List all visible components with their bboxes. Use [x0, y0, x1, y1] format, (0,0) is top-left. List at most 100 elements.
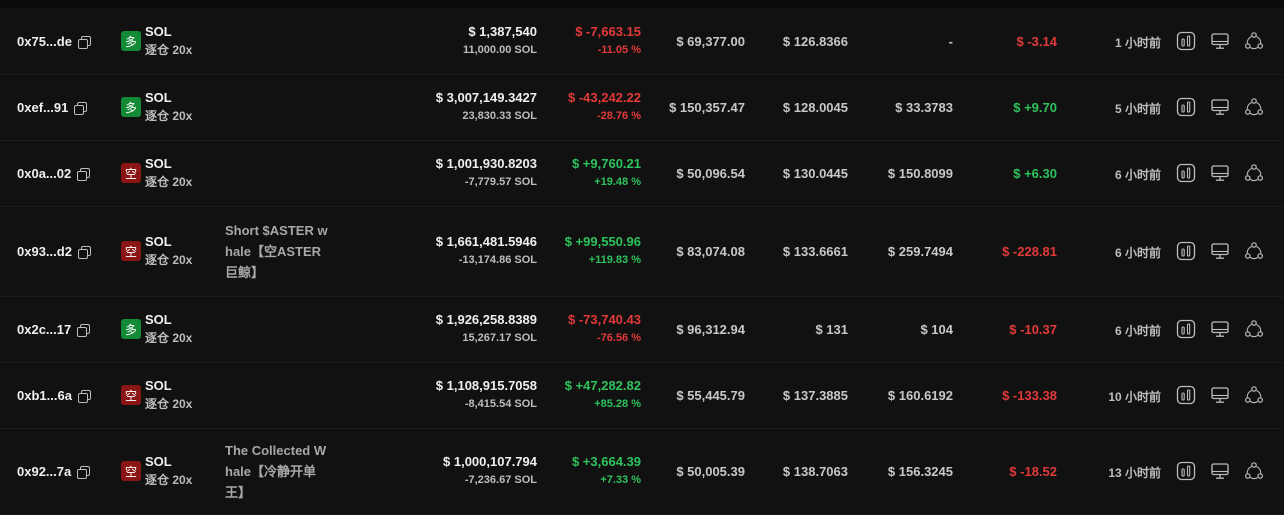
wallet-address[interactable]: 0x93...d2 [17, 244, 72, 259]
top-bar [0, 0, 1284, 8]
leverage-label: 逐仓 20x [145, 473, 193, 487]
monitor-icon[interactable] [1210, 163, 1230, 183]
entry-price: $ 126.8366 [782, 33, 848, 49]
funding-fee: $ -10.37 [1009, 321, 1057, 337]
pnl-cell: $ -7,663.15 -11.05 % [575, 23, 641, 59]
chart-icon[interactable] [1176, 461, 1196, 481]
margin-value: $ 50,005.39 [676, 463, 745, 479]
position-size: 23,830.33 SOL [462, 110, 537, 122]
address-cell[interactable]: 0x75...de [17, 34, 91, 49]
pnl-cell: $ +99,550.96 +119.83 % [565, 233, 641, 269]
leverage-label: 逐仓 20x [145, 397, 193, 411]
pnl-cell: $ -73,740.43 -76.56 % [568, 311, 641, 347]
address-cell[interactable]: 0x0a...02 [17, 166, 91, 181]
position-cell: $ 1,108,915.7058 -8,415.54 SOL [436, 377, 537, 413]
pnl-cell: $ +9,760.21 +19.48 % [572, 155, 641, 191]
wallet-address[interactable]: 0xb1...6a [17, 388, 72, 403]
side-badge: 多 [121, 319, 141, 339]
position-size: -7,236.67 SOL [464, 474, 537, 486]
wallet-note: The Collected W hale【冷静开单 王】 [225, 442, 327, 500]
margin-value: $ 69,377.00 [676, 33, 745, 49]
table-row[interactable]: 0xef...91 多 SOL 逐仓 20x $ 3,007,149.3427 … [0, 74, 1284, 141]
position-size: -7,779.57 SOL [464, 176, 537, 188]
table-row[interactable]: 0x2c...17 多 SOL 逐仓 20x $ 1,926,258.8389 … [0, 296, 1284, 363]
liquidation-price: $ 259.7494 [887, 243, 953, 259]
chart-icon[interactable] [1176, 385, 1196, 405]
time-ago: 6 小时前 [1114, 168, 1161, 182]
symbol-label: SOL [145, 312, 172, 327]
address-cell[interactable]: 0x92...7a [17, 464, 91, 479]
address-cell[interactable]: 0xb1...6a [17, 388, 91, 403]
address-cell[interactable]: 0x93...d2 [17, 244, 91, 259]
share-icon[interactable] [1244, 31, 1264, 51]
symbol-label: SOL [145, 90, 172, 105]
copy-icon[interactable] [77, 465, 91, 479]
funding-fee: $ -133.38 [1002, 387, 1057, 403]
copy-icon[interactable] [77, 323, 91, 337]
pnl-value: $ +9,760.21 [571, 156, 641, 171]
pnl-value: $ -73,740.43 [567, 312, 641, 327]
monitor-icon[interactable] [1210, 31, 1230, 51]
symbol-cell: SOL 逐仓 20x [145, 89, 192, 125]
share-icon[interactable] [1244, 319, 1264, 339]
time-ago: 13 小时前 [1108, 466, 1161, 480]
table-row[interactable]: 0x92...7a 空 SOL 逐仓 20x The Collected W h… [0, 428, 1284, 515]
side-badge: 多 [121, 31, 141, 51]
copy-icon[interactable] [77, 245, 91, 259]
wallet-address[interactable]: 0xef...91 [17, 100, 68, 115]
entry-price: $ 138.7063 [782, 463, 848, 479]
margin-value: $ 83,074.08 [676, 243, 745, 259]
side-badge: 空 [121, 163, 141, 183]
wallet-address[interactable]: 0x2c...17 [17, 322, 71, 337]
copy-icon[interactable] [77, 35, 91, 49]
share-icon[interactable] [1244, 241, 1264, 261]
chart-icon[interactable] [1176, 241, 1196, 261]
wallet-address[interactable]: 0x0a...02 [17, 166, 71, 181]
copy-icon[interactable] [77, 389, 91, 403]
leverage-label: 逐仓 20x [145, 175, 193, 189]
address-cell[interactable]: 0xef...91 [17, 100, 88, 115]
pnl-percent: +7.33 % [600, 474, 641, 486]
table-row[interactable]: 0x93...d2 空 SOL 逐仓 20x Short $ASTER w ha… [0, 206, 1284, 297]
leverage-label: 逐仓 20x [145, 331, 193, 345]
position-cell: $ 1,387,540 11,000.00 SOL [463, 23, 537, 59]
symbol-label: SOL [145, 24, 172, 39]
share-icon[interactable] [1244, 97, 1264, 117]
funding-fee: $ -228.81 [1002, 243, 1057, 259]
copy-icon[interactable] [77, 167, 91, 181]
pnl-percent: +19.48 % [594, 176, 641, 188]
monitor-icon[interactable] [1210, 241, 1230, 261]
monitor-icon[interactable] [1210, 385, 1230, 405]
symbol-cell: SOL 逐仓 20x [145, 23, 192, 59]
pnl-percent: -76.56 % [596, 332, 641, 344]
copy-icon[interactable] [74, 101, 88, 115]
pnl-cell: $ +47,282.82 +85.28 % [565, 377, 641, 413]
share-icon[interactable] [1244, 461, 1264, 481]
chart-icon[interactable] [1176, 319, 1196, 339]
share-icon[interactable] [1244, 163, 1264, 183]
monitor-icon[interactable] [1210, 319, 1230, 339]
table-row[interactable]: 0x75...de 多 SOL 逐仓 20x $ 1,387,540 11,00… [0, 8, 1284, 75]
side-badge: 空 [121, 385, 141, 405]
wallet-address[interactable]: 0x75...de [17, 34, 72, 49]
address-cell[interactable]: 0x2c...17 [17, 322, 91, 337]
chart-icon[interactable] [1176, 97, 1196, 117]
monitor-icon[interactable] [1210, 461, 1230, 481]
share-icon[interactable] [1244, 385, 1264, 405]
chart-icon[interactable] [1176, 31, 1196, 51]
entry-price: $ 133.6661 [782, 243, 848, 259]
chart-icon[interactable] [1176, 163, 1196, 183]
wallet-address[interactable]: 0x92...7a [17, 464, 71, 479]
symbol-label: SOL [145, 454, 172, 469]
position-cell: $ 1,661,481.5946 -13,174.86 SOL [436, 233, 537, 269]
side-badge: 空 [121, 461, 141, 481]
pnl-cell: $ +3,664.39 +7.33 % [572, 453, 641, 489]
position-size: -8,415.54 SOL [464, 398, 537, 410]
monitor-icon[interactable] [1210, 97, 1230, 117]
time-ago: 1 小时前 [1114, 36, 1161, 50]
table-row[interactable]: 0xb1...6a 空 SOL 逐仓 20x $ 1,108,915.7058 … [0, 362, 1284, 429]
position-value: $ 1,387,540 [468, 24, 537, 39]
symbol-cell: SOL 逐仓 20x [145, 233, 192, 269]
table-row[interactable]: 0x0a...02 空 SOL 逐仓 20x $ 1,001,930.8203 … [0, 140, 1284, 207]
time-ago: 5 小时前 [1114, 102, 1161, 116]
